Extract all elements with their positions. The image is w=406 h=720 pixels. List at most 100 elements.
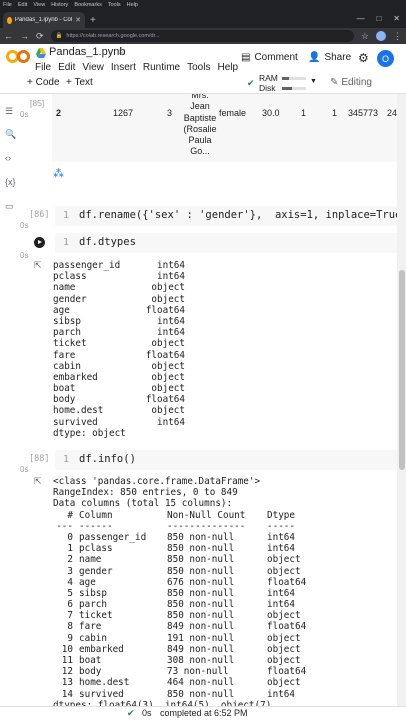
notebook-area: [85] 0s 2 1267 3 Mrs. Jean Baptiste (Rosali… — [20, 94, 406, 706]
dataframe-row: 2 1267 3 Mrs. Jean Baptiste (Rosalie Paula Go… — [53, 94, 406, 162]
variables-icon[interactable]: {x} — [5, 177, 16, 187]
share-label: Share — [324, 52, 352, 63]
ram-disk-indicator[interactable]: RAM Disk — [259, 73, 278, 93]
cell-fare: 24 — [387, 108, 398, 118]
cell-ticket: 345773 — [348, 108, 379, 118]
code-cell-dtypes[interactable]: 1 df.dtypes — [55, 233, 406, 253]
info-row-cell: boat — [79, 655, 102, 666]
add-text-button[interactable]: + Text — [66, 77, 93, 88]
info-row: 14 survived 850 non-null int64 — [53, 689, 317, 700]
os-menu-item[interactable]: File — [3, 2, 12, 8]
profile-icon[interactable] — [376, 31, 386, 41]
line-number: 1 — [63, 210, 70, 221]
code-cell-rename[interactable]: 1 df.rename({'sex' : 'gender'}, axis=1, … — [55, 206, 406, 226]
info-row-cell: 10 — [61, 643, 73, 655]
cell-exec-time: 0s — [20, 221, 29, 230]
bookmark-icon[interactable]: ☆ — [361, 31, 369, 42]
star-icon[interactable]: ☆ — [117, 46, 126, 57]
cell-exec-time: 0s — [20, 465, 29, 474]
info-row-cell: fare — [79, 621, 102, 633]
code-snippets-icon[interactable]: ‹› — [5, 153, 11, 163]
dtype-row: gender object — [53, 294, 185, 305]
os-menu-item[interactable]: History — [51, 2, 68, 8]
browser-tab[interactable]: Pandas_1.ipynb - Colaboratory ✕ — [3, 12, 85, 28]
add-code-button[interactable]: + Code — [27, 77, 60, 88]
code-source[interactable]: df.info() — [79, 453, 136, 465]
minimize-icon[interactable]: — — [356, 14, 364, 23]
info-col-header-cell: Non-Null Count — [167, 509, 246, 521]
dtype-row: body float64 — [53, 394, 185, 405]
info-row-cell: 3 — [67, 565, 73, 577]
share-icon: 👤 — [308, 52, 321, 63]
code-source[interactable]: df.dtypes — [79, 236, 136, 248]
info-output: <class 'pandas.core.frame.DataFrame'> Ran… — [53, 476, 317, 706]
info-row-cell: object — [267, 554, 301, 566]
dtype-column: embarked — [53, 371, 98, 383]
notebook-title[interactable]: Pandas_1.pynb — [49, 46, 125, 58]
info-header-line: Data columns (total 15 columns): — [53, 498, 233, 510]
info-row-cell: 850 non-null — [167, 554, 235, 566]
info-row-cell: 12 — [61, 666, 73, 678]
pencil-icon: ✎ — [330, 77, 339, 88]
runtime-dropdown-icon[interactable]: ▼ — [310, 78, 317, 85]
info-row-cell: 8 — [67, 621, 73, 633]
dtype-value: object — [151, 282, 185, 294]
name-line: Go... — [190, 146, 210, 157]
dtype-row: ticket object — [53, 338, 185, 349]
run-cell-button[interactable] — [34, 237, 45, 248]
files-icon[interactable]: ▭ — [5, 201, 14, 212]
info-row-cell: 7 — [67, 610, 73, 622]
dtype-value: int64 — [157, 260, 185, 271]
info-row-cell: gender — [79, 565, 113, 577]
colab-logo[interactable] — [6, 50, 30, 64]
close-window-icon[interactable]: ✕ — [393, 14, 400, 23]
os-menu-item[interactable]: Bookmarks — [74, 2, 102, 8]
os-menu-item[interactable]: Help — [127, 2, 138, 8]
cell-name: Mrs. Jean Baptiste (Rosalie Paula Go... — [172, 94, 228, 158]
share-button[interactable]: 👤 Share — [308, 52, 351, 63]
back-icon[interactable]: ← — [4, 31, 13, 41]
dtype-footer: dtype: object — [53, 427, 126, 439]
info-row-cell: home.dest — [79, 677, 130, 689]
info-col-header-cell: # — [61, 509, 73, 521]
magic-wand-icon[interactable]: ⁂ — [53, 167, 64, 180]
os-menu-item[interactable]: View — [33, 2, 45, 8]
info-row-cell: object — [267, 677, 301, 689]
forward-icon[interactable]: → — [20, 31, 29, 41]
comment-button[interactable]: ▤ Comment — [241, 52, 298, 63]
dtype-column: fare — [53, 349, 76, 361]
browser-menu-icon[interactable]: ⋮ — [393, 31, 402, 42]
scrollbar-thumb[interactable] — [399, 270, 405, 470]
dtype-row: embarked object — [53, 372, 185, 383]
code-source[interactable]: df.rename({'sex' : 'gender'}, axis=1, in… — [79, 209, 406, 221]
gear-icon[interactable]: ⚙ — [358, 51, 369, 65]
maximize-icon[interactable]: □ — [376, 14, 381, 23]
avatar[interactable]: O — [377, 50, 394, 67]
search-icon[interactable]: 🔍 — [5, 129, 16, 140]
dtype-column: ticket — [53, 338, 87, 350]
code-cell-info[interactable]: 1 df.info() — [55, 450, 406, 470]
info-row-cell: ticket — [79, 610, 113, 622]
toc-icon[interactable]: ☰ — [5, 106, 13, 117]
reload-icon[interactable]: ⟳ — [36, 31, 44, 42]
dtype-value: int64 — [157, 327, 185, 339]
line-number: 1 — [63, 237, 70, 248]
comment-label: Comment — [254, 52, 298, 63]
new-tab-icon[interactable]: + — [90, 15, 96, 26]
url-input[interactable]: 🔒 https://colab.research.google.com/dr..… — [50, 30, 354, 42]
info-row-cell: pclass — [79, 543, 113, 555]
info-row: 3 gender 850 non-null object — [53, 566, 317, 577]
info-row-cell: name — [79, 554, 102, 566]
os-menu-item[interactable]: Edit — [18, 2, 27, 8]
disk-bar-fill — [282, 87, 292, 90]
info-row-cell: object — [267, 565, 301, 577]
info-col-rule-cell: ----- — [267, 520, 295, 532]
info-row-cell: cabin — [79, 632, 107, 644]
dtype-row: boat object — [53, 383, 185, 394]
output-actions-icon[interactable]: ⇱ — [34, 476, 42, 487]
close-tab-icon[interactable]: ✕ — [75, 16, 81, 24]
editing-mode-button[interactable]: ✎ Editing — [330, 77, 372, 88]
info-row-cell: object — [267, 643, 301, 655]
os-menu-item[interactable]: Tools — [108, 2, 121, 8]
output-actions-icon[interactable]: ⇱ — [34, 260, 42, 271]
